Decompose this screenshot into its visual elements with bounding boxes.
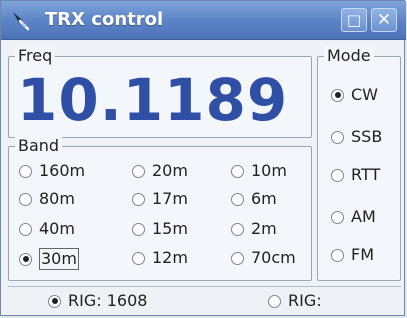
close-button[interactable]: ✕ [371,8,397,32]
radio-indicator[interactable] [331,248,344,262]
band-option-label: 80m [39,189,75,208]
maximize-button[interactable]: □ [341,8,367,32]
band-option-label: 15m [152,219,188,238]
radio-indicator[interactable] [19,222,32,236]
band-radio-30m[interactable]: 30m [19,248,79,270]
radio-indicator-selected[interactable] [331,88,344,102]
rig-option-label: RIG: [288,291,322,310]
band-option-label: 10m [251,161,287,180]
radio-indicator[interactable] [331,168,344,182]
radio-indicator[interactable] [231,222,244,236]
mode-label: Mode [324,46,374,66]
band-group: Band 160m 20m 10m 80m 17m 6m 40m 15m 2m … [8,136,312,281]
mode-option-label: AM [351,207,376,226]
radio-indicator[interactable] [132,164,145,178]
radio-indicator-selected[interactable] [19,252,32,266]
band-option-label: 12m [152,248,188,267]
band-option-label: 40m [39,219,75,238]
mode-option-label: RTT [351,165,381,184]
frequency-display: 10.1189 [17,66,289,134]
radio-indicator[interactable] [331,130,344,144]
band-radio-20m[interactable]: 20m [132,161,188,181]
band-option-label: 20m [152,161,188,180]
freq-group: Freq 10.1189 [8,46,312,138]
mode-radio-am[interactable]: AM [331,207,376,227]
band-radio-10m[interactable]: 10m [231,161,287,181]
mode-radio-ssb[interactable]: SSB [331,127,382,147]
window-title: TRX control [45,9,164,30]
radio-indicator[interactable] [132,222,145,236]
band-radio-40m[interactable]: 40m [19,219,75,239]
trx-control-window: TRX control □ ✕ Freq 10.1189 Band 160m 2… [0,0,406,316]
rig-selector-bar: RIG: 1608 RIG: [8,286,401,314]
rig-option-label: RIG: 1608 [68,291,148,310]
mode-option-label: FM [351,245,375,264]
rig-radio-1[interactable]: RIG: 1608 [48,291,147,311]
radio-indicator[interactable] [268,294,281,308]
radio-indicator[interactable] [231,251,244,265]
band-option-label: 17m [152,189,188,208]
band-radio-6m[interactable]: 6m [231,189,277,209]
band-radio-80m[interactable]: 80m [19,189,75,209]
band-option-label: 70cm [251,248,296,267]
band-radio-160m[interactable]: 160m [19,161,85,181]
mode-group: Mode CW SSB RTT AM FM [317,46,401,281]
radio-indicator[interactable] [132,251,145,265]
rig-radio-2[interactable]: RIG: [268,291,322,311]
band-radio-70cm[interactable]: 70cm [231,248,296,268]
mode-radio-rtt[interactable]: RTT [331,165,380,185]
radio-indicator[interactable] [19,164,32,178]
mode-option-label: CW [351,85,378,104]
radio-indicator[interactable] [19,192,32,206]
band-option-label: 2m [251,219,277,238]
title-bar[interactable]: TRX control □ ✕ [1,1,406,40]
band-option-label: 160m [39,161,86,180]
band-radio-12m[interactable]: 12m [132,248,188,268]
radio-indicator-selected[interactable] [48,294,61,308]
mode-radio-fm[interactable]: FM [331,245,374,265]
radio-indicator[interactable] [231,192,244,206]
mode-radio-cw[interactable]: CW [331,85,378,105]
freq-label: Freq [15,46,56,66]
band-option-label: 30m [39,248,79,270]
radio-indicator[interactable] [331,210,344,224]
antenna-icon [13,12,30,31]
band-option-label: 6m [251,189,277,208]
band-label: Band [15,136,63,156]
band-radio-2m[interactable]: 2m [231,219,277,239]
radio-indicator[interactable] [132,192,145,206]
mode-option-label: SSB [351,127,383,146]
band-radio-17m[interactable]: 17m [132,189,188,209]
band-radio-15m[interactable]: 15m [132,219,188,239]
radio-indicator[interactable] [231,164,244,178]
